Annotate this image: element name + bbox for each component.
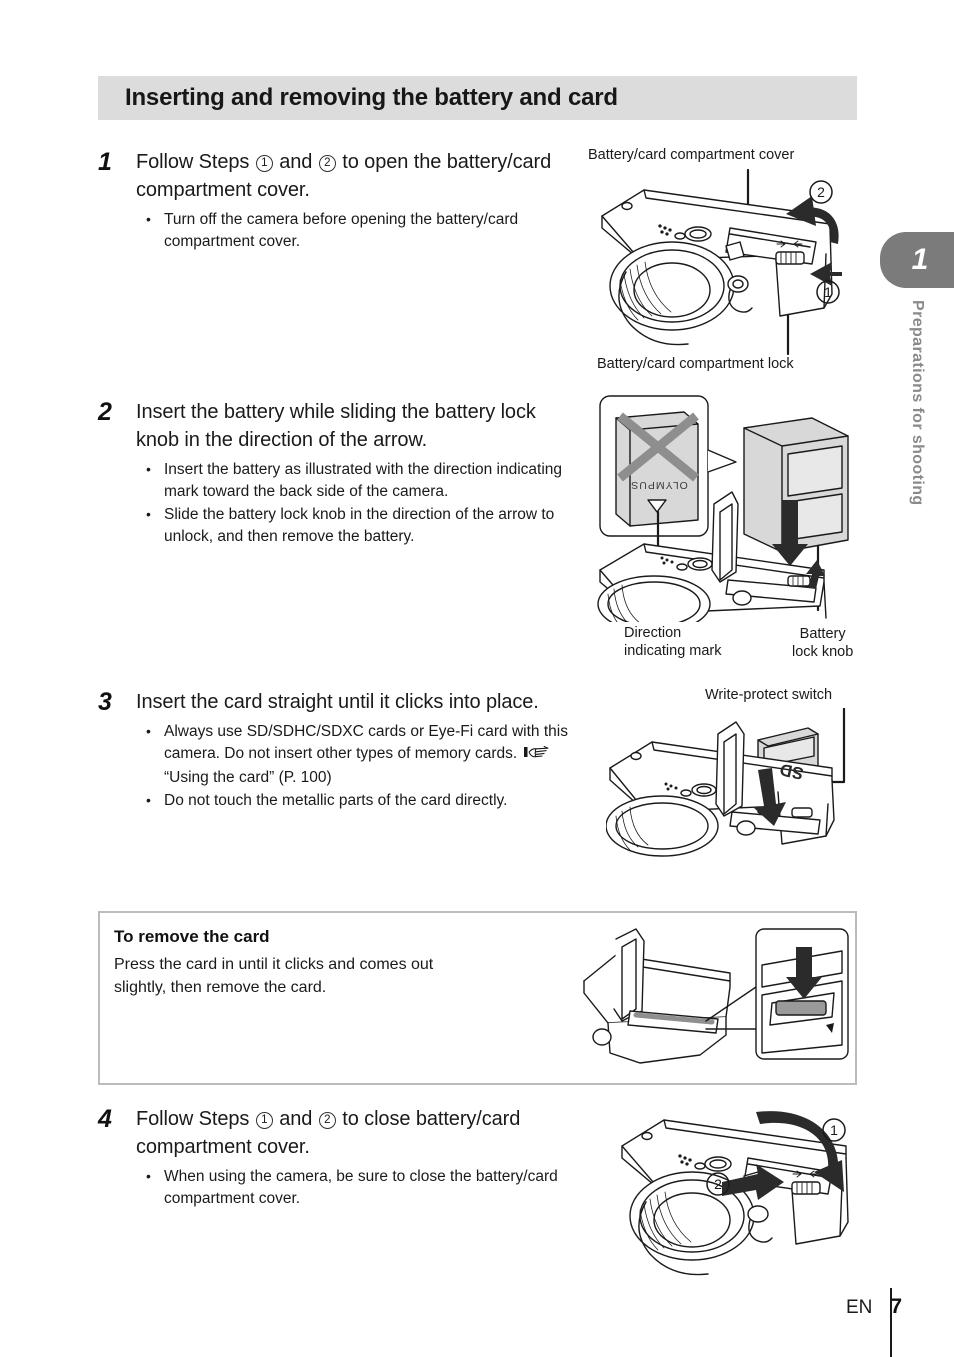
figure-2-label-battery-lock-knob: Battery lock knob <box>792 626 854 660</box>
figure-3-card-illustration: SD <box>606 708 872 893</box>
page-footer: EN 7 <box>846 1295 902 1319</box>
step-4: 4 Follow Steps 1 and 2 to close battery/… <box>98 1105 578 1210</box>
section-title-bar: Inserting and removing the battery and c… <box>98 76 857 120</box>
step-3-bullets: Always use SD/SDHC/SDXC cards or Eye-Fi … <box>136 720 578 812</box>
svg-text:2: 2 <box>714 1176 722 1192</box>
bullet-item: Slide the battery lock knob in the direc… <box>136 503 578 548</box>
figure-4-close-cover-illustration: 1 2 <box>598 1100 868 1280</box>
note-box-title: To remove the card <box>114 927 270 946</box>
bullet-item: Insert the battery as illustrated with t… <box>136 458 578 503</box>
svg-text:OLYMPUS: OLYMPUS <box>630 479 688 491</box>
remove-card-note-box: To remove the card Press the card in unt… <box>98 911 857 1085</box>
bullet-text: Always use SD/SDHC/SDXC cards or Eye-Fi … <box>164 723 568 762</box>
step-1-heading: Follow Steps 1 and 2 to open the battery… <box>136 148 568 204</box>
step-4-heading-part-b: and <box>279 1108 313 1130</box>
step-2-heading: Insert the battery while sliding the bat… <box>136 401 536 451</box>
step-2-number: 2 <box>98 398 112 426</box>
circled-number-2-icon: 2 <box>318 155 336 172</box>
page-title: Inserting and removing the battery and c… <box>125 84 618 111</box>
bullet-reference: “Using the card” (P. 100) <box>164 769 332 786</box>
bullet-item: Turn off the camera before opening the b… <box>136 208 568 253</box>
chapter-label: Preparations for shooting <box>909 300 926 506</box>
footer-language: EN <box>846 1297 873 1318</box>
bullet-item: Always use SD/SDHC/SDXC cards or Eye-Fi … <box>136 720 578 789</box>
circled-number-1-icon: 1 <box>255 1112 273 1129</box>
figure-note-card-removal-illustration <box>580 925 852 1073</box>
step-2-bullets: Insert the battery as illustrated with t… <box>136 458 578 548</box>
bullet-item: When using the camera, be sure to close … <box>136 1165 578 1210</box>
step-4-heading: Follow Steps 1 and 2 to close battery/ca… <box>136 1105 578 1161</box>
step-1-heading-part-a: Follow Steps <box>136 151 250 173</box>
step-3: 3 Insert the card straight until it clic… <box>98 688 578 812</box>
pointing-hand-icon <box>523 745 550 767</box>
figure-1-camera-illustration: 2 1 <box>580 168 860 358</box>
svg-text:1: 1 <box>824 284 832 300</box>
svg-text:2: 2 <box>817 184 825 200</box>
manual-page: Inserting and removing the battery and c… <box>0 0 954 1357</box>
step-1-heading-part-b: and <box>279 151 313 173</box>
step-1-bullets: Turn off the camera before opening the b… <box>136 208 568 253</box>
step-3-number: 3 <box>98 688 112 716</box>
step-4-heading-part-a: Follow Steps <box>136 1108 250 1130</box>
step-1: 1 Follow Steps 1 and 2 to open the batte… <box>98 148 568 253</box>
note-box-text: Press the card in until it clicks and co… <box>114 956 434 996</box>
figure-2-label-direction-mark: Direction indicating mark <box>624 625 722 659</box>
step-2: 2 Insert the battery while sliding the b… <box>98 398 578 548</box>
figure-1-label-top: Battery/card compartment cover <box>588 147 795 163</box>
chapter-number: 1 <box>911 243 929 276</box>
step-4-bullets: When using the camera, be sure to close … <box>136 1165 578 1210</box>
bullet-item: Do not touch the metallic parts of the c… <box>136 789 578 812</box>
figure-3-label-write-protect-switch: Write-protect switch <box>705 687 833 703</box>
step-1-number: 1 <box>98 148 112 176</box>
figure-2-battery-illustration: OLYMPUS <box>596 392 864 622</box>
svg-text:1: 1 <box>830 1122 838 1138</box>
step-3-heading: Insert the card straight until it clicks… <box>136 691 539 713</box>
step-4-number: 4 <box>98 1105 112 1133</box>
chapter-tab: 1 <box>880 232 954 288</box>
footer-divider <box>890 1288 892 1357</box>
footer-page-number: 7 <box>890 1295 903 1318</box>
circled-number-2-icon: 2 <box>318 1112 336 1129</box>
circled-number-1-icon: 1 <box>255 155 273 172</box>
